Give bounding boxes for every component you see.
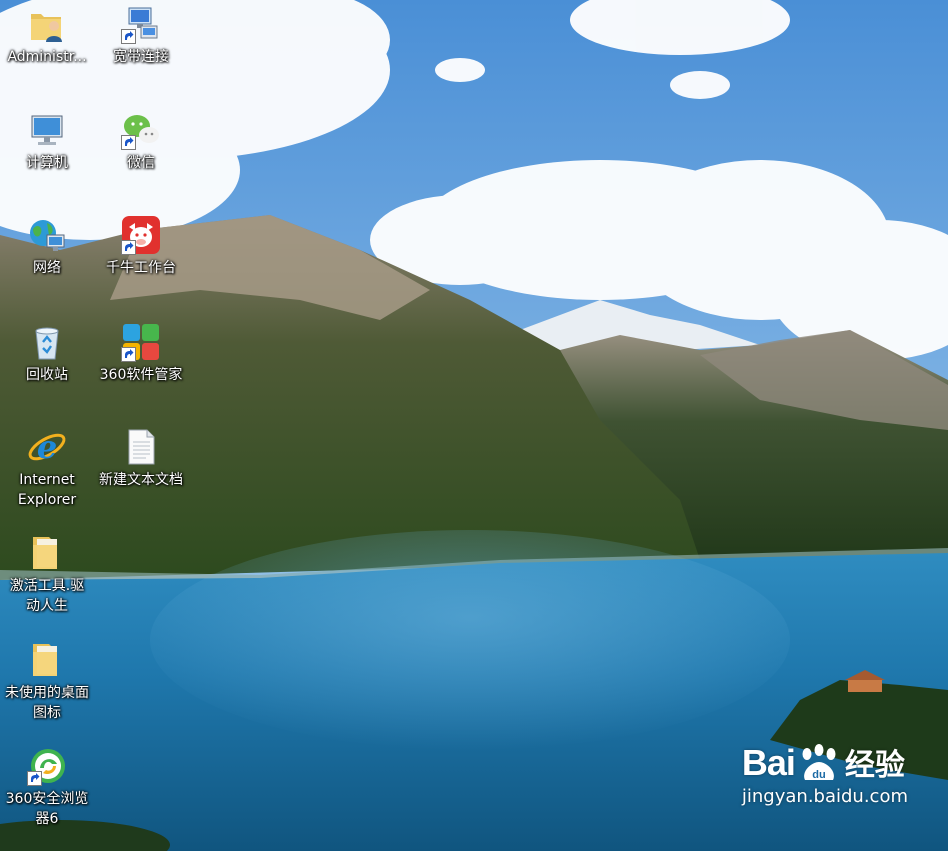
desktop-shortcut-new-text-document[interactable]: 新建文本文档 xyxy=(94,427,188,490)
watermark-brand-bai: Bai xyxy=(741,742,796,783)
desktop-shortcut-computer[interactable]: 计算机 xyxy=(0,110,94,173)
desktop-shortcut-broadband-connection[interactable]: 宽带连接 xyxy=(94,4,188,67)
activation-tools-folder-icon xyxy=(27,533,67,573)
desktop-shortcut-network[interactable]: 网络 xyxy=(0,215,94,278)
desktop-icons: Administr... 宽带连接计算机 微信网络 千牛工作台回收站 360软件管家 e I… xyxy=(0,0,948,851)
desktop-icon-label: 未使用的桌面 图标 xyxy=(5,685,89,721)
desktop-icon-label: 360安全浏览 器6 xyxy=(5,791,89,827)
desktop-icon-label: 新建文本文档 xyxy=(99,472,183,488)
desktop-shortcut-internet-explorer[interactable]: e Internet Explorer xyxy=(0,427,94,510)
desktop-shortcut-unused-desktop-icons-folder[interactable]: 未使用的桌面 图标 xyxy=(0,640,94,723)
new-text-document-icon xyxy=(121,427,161,467)
desktop-shortcut-360-software-manager[interactable]: 360软件管家 xyxy=(94,322,188,385)
desktop-icon-label: Internet Explorer xyxy=(17,472,77,508)
internet-explorer-icon: e xyxy=(27,427,67,467)
desktop-icon-label: 网络 xyxy=(33,260,61,276)
shortcut-arrow-icon xyxy=(121,240,136,255)
baidu-jingyan-watermark: Bai du 经验 jingyan.baidu.com xyxy=(742,740,908,807)
360-browser-icon xyxy=(27,746,67,786)
desktop-shortcut-wechat[interactable]: 微信 xyxy=(94,110,188,173)
shortcut-arrow-icon xyxy=(27,771,42,786)
shortcut-arrow-icon xyxy=(121,135,136,150)
network-icon xyxy=(27,215,67,255)
desktop-icon-label: 千牛工作台 xyxy=(106,260,176,276)
desktop-shortcut-recycle-bin[interactable]: 回收站 xyxy=(0,322,94,385)
desktop-icon-label: 360软件管家 xyxy=(99,367,183,383)
broadband-connection-icon xyxy=(121,4,161,44)
baidu-paw-icon: du xyxy=(802,744,836,781)
wechat-icon xyxy=(121,110,161,150)
watermark-url: jingyan.baidu.com xyxy=(741,786,908,807)
desktop-icon-label: Administr... xyxy=(7,49,87,65)
desktop-icon-label: 计算机 xyxy=(26,155,68,171)
desktop-shortcut-qianniu[interactable]: 千牛工作台 xyxy=(94,215,188,278)
desktop-icon-label: 宽带连接 xyxy=(113,49,169,65)
desktop-shortcut-administrator-folder[interactable]: Administr... xyxy=(0,4,94,67)
desktop-shortcut-activation-tools-folder[interactable]: 激活工具.驱 动人生 xyxy=(0,533,94,616)
svg-text:e: e xyxy=(37,428,57,466)
desktop-icon-label: 激活工具.驱 动人生 xyxy=(9,578,85,614)
watermark-brand-du: du xyxy=(812,769,825,781)
desktop-icon-label: 微信 xyxy=(127,155,155,171)
watermark-brand-cn: 经验 xyxy=(844,749,905,782)
shortcut-arrow-icon xyxy=(121,347,136,362)
desktop-icon-label: 回收站 xyxy=(26,367,68,383)
unused-desktop-icons-folder-icon xyxy=(27,640,67,680)
qianniu-icon xyxy=(121,215,161,255)
360-software-manager-icon xyxy=(121,322,161,362)
desktop-shortcut-360-browser[interactable]: 360安全浏览 器6 xyxy=(0,746,94,829)
recycle-bin-icon xyxy=(27,322,67,362)
administrator-folder-icon xyxy=(27,4,67,44)
shortcut-arrow-icon xyxy=(121,29,136,44)
computer-icon xyxy=(27,110,67,150)
